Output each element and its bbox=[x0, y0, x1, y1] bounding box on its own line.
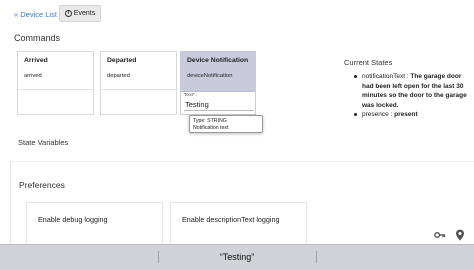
current-states-list: notificationText : The garage door had b… bbox=[344, 72, 469, 120]
command-name: Departed bbox=[107, 57, 137, 64]
command-card-header[interactable]: Device Notification deviceNotification bbox=[181, 52, 255, 92]
current-states-title: Current States bbox=[344, 58, 393, 67]
preference-label: Enable descriptionText logging bbox=[182, 215, 280, 224]
state-item: notificationText : The garage door had b… bbox=[344, 72, 469, 110]
command-card-device-notification[interactable]: Device Notification deviceNotification T… bbox=[180, 51, 256, 115]
command-card-departed[interactable]: Departed departed bbox=[100, 51, 177, 115]
info-icon: i bbox=[64, 10, 72, 17]
bullet bbox=[354, 113, 357, 116]
command-method: departed bbox=[107, 73, 130, 79]
events-button[interactable]: i Events bbox=[59, 5, 101, 22]
suggestion-center[interactable]: “Testing” bbox=[158, 245, 316, 269]
preference-label: Enable debug logging bbox=[38, 215, 108, 224]
command-card-body bbox=[101, 90, 176, 116]
state-key: notificationText : bbox=[362, 73, 411, 80]
suggestion-left[interactable] bbox=[0, 245, 158, 269]
state-variables-title: State Variables bbox=[18, 138, 69, 147]
suggestion-right[interactable] bbox=[316, 245, 474, 269]
tooltip-description: Notification text bbox=[193, 124, 229, 131]
notification-text-label: Text* : bbox=[184, 93, 198, 98]
command-card-header[interactable]: Arrived arrived bbox=[18, 52, 93, 90]
events-button-label: Events bbox=[73, 10, 96, 17]
command-name: Arrived bbox=[24, 57, 48, 64]
command-card-header[interactable]: Departed departed bbox=[101, 52, 176, 90]
command-method: deviceNotification bbox=[187, 73, 233, 79]
device-list-link[interactable]: « Device List bbox=[14, 10, 57, 19]
preferences-panel: Preferences Enable debug logging Enable … bbox=[10, 161, 474, 252]
command-card-body bbox=[18, 90, 93, 116]
preferences-title: Preferences bbox=[19, 180, 65, 190]
state-item: presence : present bbox=[344, 110, 469, 120]
command-method: arrived bbox=[24, 73, 42, 79]
notification-text-input[interactable] bbox=[184, 99, 254, 111]
state-value: present bbox=[394, 111, 418, 118]
keyboard-suggestion-bar: “Testing” bbox=[0, 244, 474, 269]
key-icon[interactable] bbox=[434, 229, 446, 241]
bullet bbox=[354, 75, 357, 78]
command-name: Device Notification bbox=[187, 57, 249, 64]
location-pin-icon[interactable] bbox=[454, 229, 466, 241]
commands-title: Commands bbox=[14, 33, 61, 43]
parameter-tooltip: Type: STRING Notification text bbox=[189, 115, 263, 133]
command-card-arrived[interactable]: Arrived arrived bbox=[17, 51, 94, 115]
state-key: presence : bbox=[362, 111, 395, 118]
command-card-body: Text* : bbox=[181, 92, 255, 116]
top-bar: « Device List i Events bbox=[0, 0, 474, 26]
current-states-panel: Current States notificationText : The ga… bbox=[344, 58, 469, 120]
